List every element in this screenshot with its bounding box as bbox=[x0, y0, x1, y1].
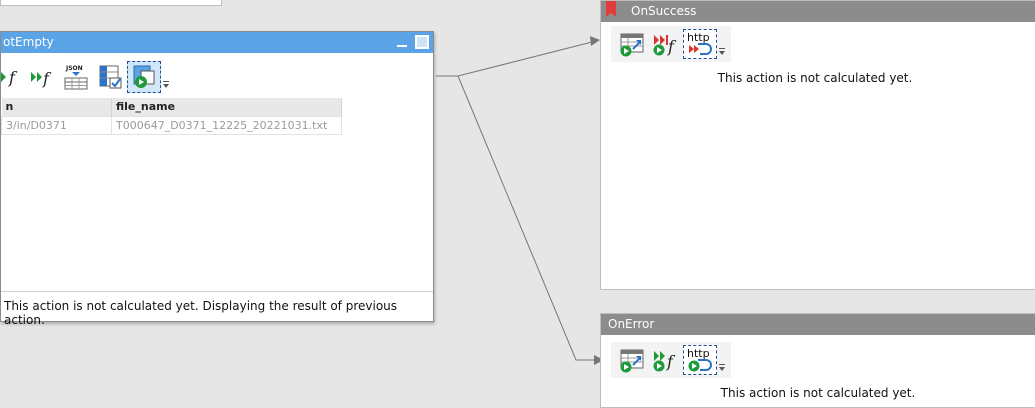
result-table: n file_name 3/in/D0371 T000647_D0371_122… bbox=[1, 98, 342, 135]
toolbar-overflow-icon[interactable] bbox=[717, 345, 727, 375]
maximize-button[interactable] bbox=[415, 35, 429, 49]
arrow-success bbox=[590, 36, 600, 46]
json-table-icon[interactable]: JSON bbox=[59, 62, 93, 92]
http-request-icon[interactable]: http bbox=[683, 345, 717, 375]
run-function-icon[interactable]: f bbox=[649, 345, 683, 375]
window-title: OnError bbox=[608, 317, 655, 331]
action-toolbar: f http bbox=[611, 342, 731, 378]
skip-function-icon[interactable]: f bbox=[649, 29, 683, 59]
status-message: This action is not calculated yet. bbox=[717, 71, 913, 85]
window-titlebar[interactable]: OnError bbox=[601, 314, 1035, 335]
table-cell[interactable]: T000647_D0371_12225_20221031.txt bbox=[111, 115, 342, 135]
toolbar-overflow-icon[interactable] bbox=[717, 29, 727, 59]
window-titlebar[interactable]: otEmpty bbox=[1, 32, 433, 53]
http-request-icon[interactable]: http bbox=[683, 29, 717, 59]
svg-text:f: f bbox=[42, 69, 52, 88]
column-header[interactable]: file_name bbox=[111, 98, 342, 116]
svg-text:JSON: JSON bbox=[65, 65, 83, 72]
action-window-onerror[interactable]: OnError f http This action is not calcul… bbox=[600, 313, 1035, 408]
run-function-icon[interactable]: f bbox=[25, 62, 59, 92]
status-message: This action is not calculated yet. bbox=[720, 386, 916, 400]
action-toolbar: f http bbox=[611, 26, 731, 62]
connector-error bbox=[457, 75, 596, 361]
window-titlebar[interactable]: OnSuccess bbox=[601, 1, 1035, 22]
run-action-icon[interactable] bbox=[127, 61, 161, 93]
svg-text:f: f bbox=[666, 352, 676, 371]
upper-window-edge bbox=[0, 0, 222, 6]
http-label: http bbox=[687, 347, 710, 360]
export-table-icon[interactable] bbox=[615, 29, 649, 59]
toolbar-overflow-icon[interactable] bbox=[161, 62, 171, 92]
action-window-onsuccess[interactable]: OnSuccess f http This action is not calc… bbox=[600, 0, 1035, 290]
function-icon[interactable]: f bbox=[1, 62, 25, 92]
table-header-row: n file_name bbox=[1, 98, 342, 116]
action-window-notempty[interactable]: otEmpty f f JSON n file_name 3/in/D0371 … bbox=[0, 31, 434, 327]
table-row[interactable]: 3/in/D0371 T000647_D0371_12225_20221031.… bbox=[1, 115, 342, 135]
column-header[interactable]: n bbox=[1, 98, 112, 116]
status-message: This action is not calculated yet. Displ… bbox=[1, 291, 433, 327]
svg-text:f: f bbox=[8, 68, 18, 87]
window-title: otEmpty bbox=[3, 35, 54, 49]
connector-success bbox=[436, 41, 593, 77]
svg-text:f: f bbox=[667, 37, 677, 56]
window-title: OnSuccess bbox=[631, 4, 697, 18]
validate-table-icon[interactable] bbox=[93, 62, 127, 92]
http-label: http bbox=[687, 31, 710, 44]
export-table-icon[interactable] bbox=[615, 345, 649, 375]
action-toolbar: f f JSON bbox=[1, 60, 171, 94]
minimize-button[interactable] bbox=[395, 35, 409, 49]
table-cell[interactable]: 3/in/D0371 bbox=[1, 115, 112, 135]
bookmark-icon bbox=[606, 1, 616, 17]
